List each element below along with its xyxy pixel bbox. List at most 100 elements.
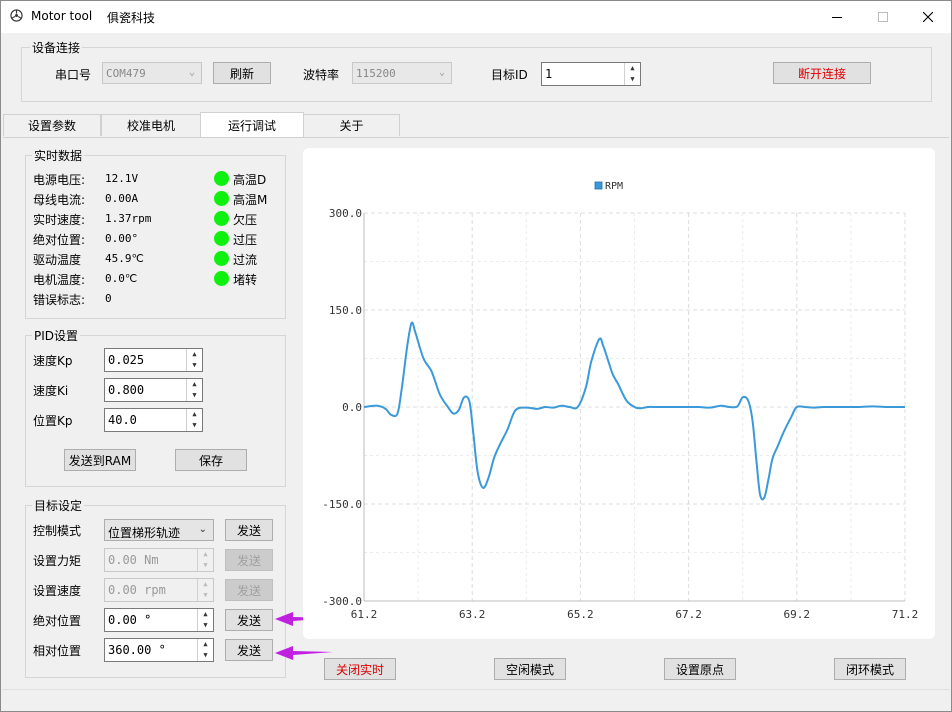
position-kp-value: 40.0 <box>108 413 137 427</box>
status-label-overvoltage: 过压 <box>233 233 258 247</box>
send-to-ram-button[interactable]: 发送到RAM <box>64 449 136 471</box>
spin-down-icon[interactable]: ▼ <box>198 620 213 631</box>
relative-position-value: 360.00 ° <box>108 643 166 657</box>
status-label-overcurrent: 过流 <box>233 253 258 267</box>
connection-group-title: 设备连接 <box>30 39 83 56</box>
status-bar <box>2 689 950 711</box>
spin-up-icon[interactable]: ▲ <box>198 549 213 560</box>
disconnect-button[interactable]: 断开连接 <box>773 62 871 84</box>
current-value: 0.00A <box>105 192 139 205</box>
status-led-overtemp-m <box>214 191 229 206</box>
spin-down-icon[interactable]: ▼ <box>198 590 213 601</box>
save-button[interactable]: 保存 <box>175 449 247 471</box>
velocity-input[interactable]: 0.00 rpm ▲ ▼ <box>104 578 214 602</box>
close-button[interactable] <box>905 1 951 33</box>
relative-position-input[interactable]: 360.00 ° ▲ ▼ <box>104 638 214 662</box>
spin-down-icon[interactable]: ▼ <box>187 360 202 371</box>
speed-kp-label: 速度Kp <box>33 354 73 368</box>
speed-kp-value: 0.025 <box>108 353 145 367</box>
relative-position-label: 相对位置 <box>33 644 82 658</box>
spin-down-icon[interactable]: ▼ <box>187 390 202 401</box>
baud-label: 波特率 <box>303 68 340 82</box>
spin-up-icon[interactable]: ▲ <box>198 609 213 620</box>
spin-up-icon[interactable]: ▲ <box>625 63 640 74</box>
idle-mode-button[interactable]: 空闲模式 <box>494 658 566 680</box>
speed-kp-input[interactable]: 0.025 ▲ ▼ <box>104 348 203 372</box>
tab-settings[interactable]: 设置参数 <box>3 114 101 136</box>
speed-ki-input[interactable]: 0.800 ▲ ▼ <box>104 378 203 402</box>
port-select[interactable]: COM479 ⌄ <box>102 62 202 84</box>
pid-group-title: PID设置 <box>32 327 81 344</box>
status-label-stall: 堵转 <box>233 273 258 287</box>
tab-run-debug[interactable]: 运行调试 <box>200 112 304 138</box>
spin-down-icon[interactable]: ▼ <box>198 560 213 571</box>
status-led-stall <box>214 271 229 286</box>
speed-kp-stepper[interactable]: ▲ ▼ <box>186 349 202 371</box>
speed-ki-stepper[interactable]: ▲ ▼ <box>186 379 202 401</box>
app-window: Motor tool 俱瓷科技 设备连接 串口号 COM479 ⌄ 刷新 波特率… <box>0 0 952 712</box>
status-led-overvoltage <box>214 231 229 246</box>
x-tick-label: 63.2 <box>459 608 486 621</box>
spin-down-icon[interactable]: ▼ <box>625 74 640 85</box>
y-tick-label: 300.0 <box>329 207 362 220</box>
torque-input[interactable]: 0.00 Nm ▲ ▼ <box>104 548 214 572</box>
realtime-group-title: 实时数据 <box>32 147 85 164</box>
chart-panel: 300.0 150.0 0.0 -150.0 -300.0 61.2 63.2 65.2 67.… <box>303 148 935 639</box>
maximize-button[interactable] <box>860 1 906 33</box>
status-led-overcurrent <box>214 251 229 266</box>
motor-temp-label: 电机温度: <box>33 273 86 287</box>
y-tick-label: 0.0 <box>342 401 362 414</box>
x-tick-label: 67.2 <box>675 608 702 621</box>
position-kp-input[interactable]: 40.0 ▲ ▼ <box>104 408 203 432</box>
spin-up-icon[interactable]: ▲ <box>198 639 213 650</box>
status-label-overtemp-d: 高温D <box>233 173 267 187</box>
send-relative-position-button[interactable]: 发送 <box>225 639 273 661</box>
chevron-down-icon: ⌄ <box>438 67 445 78</box>
control-mode-select[interactable]: 位置梯形轨迹 ⌄ <box>104 519 214 541</box>
speed-ki-label: 速度Ki <box>33 384 69 398</box>
spin-down-icon[interactable]: ▼ <box>198 650 213 661</box>
spin-up-icon[interactable]: ▲ <box>187 379 202 390</box>
torque-stepper[interactable]: ▲ ▼ <box>197 549 213 571</box>
absolute-position-value: 0.00 ° <box>108 613 152 627</box>
tab-calibration[interactable]: 校准电机 <box>101 114 201 136</box>
x-tick-label: 71.2 <box>892 608 919 621</box>
spin-down-icon[interactable]: ▼ <box>187 420 202 431</box>
position-kp-stepper[interactable]: ▲ ▼ <box>186 409 202 431</box>
velocity-stepper[interactable]: ▲ ▼ <box>197 579 213 601</box>
absolute-position-input[interactable]: 0.00 ° ▲ ▼ <box>104 608 214 632</box>
motor-icon <box>10 9 23 22</box>
minimize-button[interactable] <box>814 1 860 33</box>
target-id-input[interactable]: 1 ▲ ▼ <box>541 62 641 86</box>
company-name: 俱瓷科技 <box>107 11 156 25</box>
realtime-off-button[interactable]: 关闭实时 <box>324 658 396 680</box>
send-torque-button[interactable]: 发送 <box>225 549 273 571</box>
maximize-icon <box>878 12 888 22</box>
legend-swatch-rpm <box>594 181 603 190</box>
spin-up-icon[interactable]: ▲ <box>187 409 202 420</box>
minimize-icon <box>832 17 842 18</box>
voltage-value: 12.1V <box>105 172 139 185</box>
spin-up-icon[interactable]: ▲ <box>187 349 202 360</box>
app-title: Motor tool <box>31 9 93 23</box>
target-group-title: 目标设定 <box>32 497 85 514</box>
baud-select[interactable]: 115200 ⌄ <box>352 62 452 84</box>
chevron-down-icon: ⌄ <box>188 67 195 78</box>
speed-ki-value: 0.800 <box>108 383 145 397</box>
target-id-stepper[interactable]: ▲ ▼ <box>624 63 640 85</box>
set-origin-button[interactable]: 设置原点 <box>664 658 736 680</box>
refresh-button[interactable]: 刷新 <box>213 62 271 84</box>
driver-temp-value: 45.9℃ <box>105 252 144 265</box>
status-led-overtemp-d <box>214 171 229 186</box>
send-control-mode-button[interactable]: 发送 <box>225 519 273 541</box>
send-absolute-position-button[interactable]: 发送 <box>225 609 273 631</box>
status-label-overtemp-m: 高温M <box>233 193 268 207</box>
spin-up-icon[interactable]: ▲ <box>198 579 213 590</box>
relative-position-stepper[interactable]: ▲ ▼ <box>197 639 213 661</box>
tab-about[interactable]: 关于 <box>303 114 400 136</box>
error-flag-label: 错误标志: <box>33 293 86 307</box>
closed-loop-button[interactable]: 闭环模式 <box>834 658 906 680</box>
title-bar: Motor tool 俱瓷科技 <box>1 1 951 33</box>
absolute-position-stepper[interactable]: ▲ ▼ <box>197 609 213 631</box>
send-velocity-button[interactable]: 发送 <box>225 579 273 601</box>
